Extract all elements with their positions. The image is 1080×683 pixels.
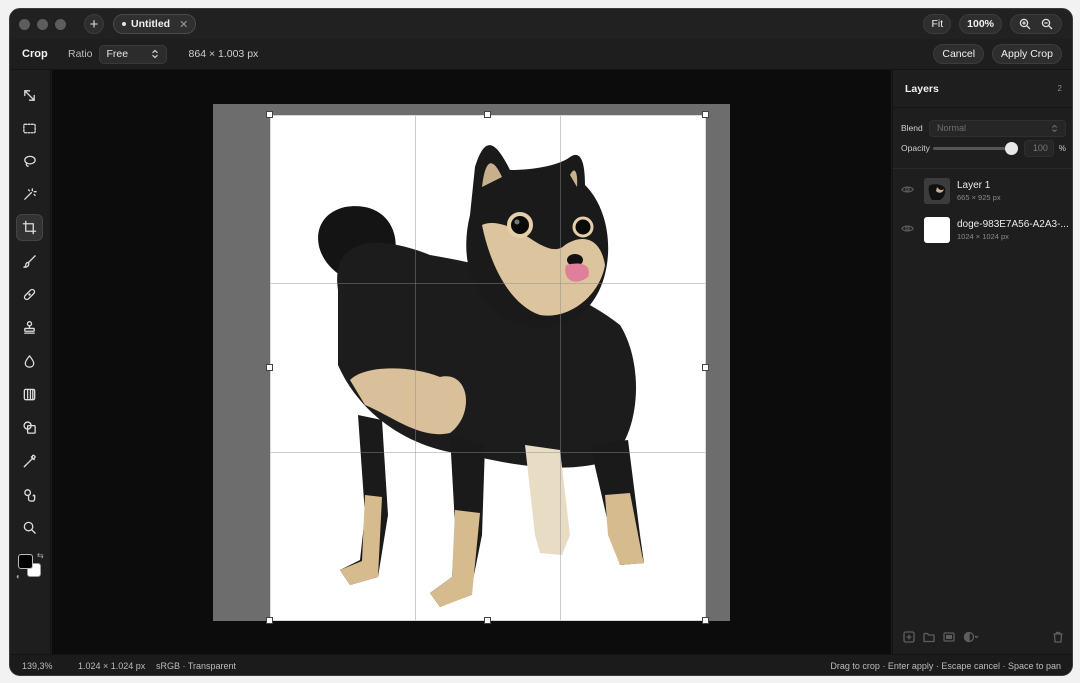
blur-drop-icon[interactable] (16, 348, 43, 375)
fit-button[interactable]: Fit (923, 14, 952, 34)
layers-panel-header: Layers 2 (893, 70, 1072, 108)
status-image-size: 1.024 × 1.024 px (78, 661, 146, 671)
swap-colors-icon[interactable]: ⇆ (37, 551, 44, 560)
chevron-updown-icon (1051, 124, 1058, 132)
status-hint: Drag to crop · Enter apply · Escape canc… (830, 661, 1061, 671)
opacity-slider[interactable] (933, 141, 1018, 155)
zoom-in-icon[interactable] (1017, 16, 1033, 32)
crop-dimensions: 864 × 1.003 px (188, 48, 259, 60)
layer-item[interactable]: Layer 1 665 × 925 px (893, 171, 1072, 210)
crop-handle-top-left[interactable] (266, 111, 273, 118)
gradient-icon[interactable] (16, 381, 43, 408)
add-group-icon[interactable] (923, 631, 935, 646)
mask-icon[interactable] (943, 631, 955, 646)
color-swatches: ⇆ ◐ (16, 551, 44, 581)
status-color-profile: sRGB · Transparent (156, 661, 237, 671)
crop-handle-left[interactable] (266, 364, 273, 371)
crop-handle-top[interactable] (484, 111, 491, 118)
layer-count: 2 (1057, 84, 1062, 93)
opacity-unit: % (1058, 143, 1066, 153)
rect-select-icon[interactable] (16, 115, 43, 142)
zoom-icon[interactable] (16, 514, 43, 541)
status-bar: 139,3% 1.024 × 1.024 px sRGB · Transpare… (10, 654, 1072, 675)
crop-handle-bottom-left[interactable] (266, 617, 273, 624)
opacity-slider-thumb[interactable] (1005, 141, 1018, 155)
move-icon[interactable] (16, 82, 43, 109)
cancel-button[interactable]: Cancel (933, 44, 985, 64)
layers-panel: Layers 2 Blend Normal Opacity 100 % Laye… (892, 70, 1072, 654)
visibility-eye-icon[interactable] (901, 183, 914, 199)
status-zoom: 139,3% (22, 661, 53, 671)
tool-options-bar: Crop Ratio Free 864 × 1.003 px Cancel Ap… (10, 39, 1072, 70)
chevron-updown-icon (151, 49, 158, 59)
document-tab[interactable]: Untitled ✕ (113, 14, 197, 34)
zoom-level-button[interactable]: 100% (959, 14, 1002, 34)
crop-icon[interactable] (16, 214, 43, 241)
eyedropper-icon[interactable] (16, 448, 43, 475)
blend-mode-value: Normal (937, 123, 967, 133)
close-window-button[interactable] (19, 18, 30, 30)
crop-border (270, 115, 706, 621)
maximize-window-button[interactable] (55, 18, 66, 30)
adjustment-icon[interactable] (963, 631, 979, 646)
stamp-icon[interactable] (16, 314, 43, 341)
window-controls (19, 18, 66, 30)
apply-crop-button[interactable]: Apply Crop (992, 44, 1062, 64)
ratio-value: Free (106, 48, 129, 60)
new-tab-button[interactable]: + (84, 14, 104, 34)
shape-icon[interactable] (16, 414, 43, 441)
canvas-area[interactable] (52, 70, 891, 654)
blend-mode-select[interactable]: Normal (929, 119, 1066, 137)
unsaved-indicator-icon (122, 22, 126, 26)
minimize-window-button[interactable] (37, 18, 48, 30)
layer-size: 665 × 925 px (957, 192, 1001, 202)
close-tab-icon[interactable]: ✕ (179, 18, 188, 31)
layer-item[interactable]: doge-983E7A56-A2A3-... 1024 × 1024 px (893, 210, 1072, 249)
zoom-controls (1010, 14, 1062, 34)
ratio-label: Ratio (68, 48, 93, 60)
brush-icon[interactable] (16, 248, 43, 275)
layers-panel-footer (893, 622, 1072, 654)
layer-thumbnail (924, 177, 950, 204)
active-tool-name: Crop (22, 48, 48, 60)
layer-size: 1024 × 1024 px (957, 231, 1009, 241)
healing-icon[interactable] (16, 281, 43, 308)
title-bar: + Untitled ✕ Fit 100% (10, 9, 1072, 39)
opacity-label: Opacity (901, 143, 930, 153)
layer-name: Layer 1 (957, 179, 991, 191)
hand-icon[interactable] (16, 481, 43, 508)
opacity-input[interactable]: 100 (1024, 139, 1054, 157)
crop-handle-top-right[interactable] (702, 111, 709, 118)
app-window: + Untitled ✕ Fit 100% Crop Ratio Free 86… (9, 8, 1073, 676)
trash-icon[interactable] (1052, 631, 1064, 646)
visibility-eye-icon[interactable] (901, 222, 914, 238)
magic-wand-icon[interactable] (16, 181, 43, 208)
layer-thumbnail (924, 216, 950, 243)
add-layer-icon[interactable] (903, 630, 915, 646)
layers-panel-title: Layers (905, 82, 939, 95)
opacity-row: Opacity 100 % (893, 138, 1072, 158)
panel-divider (893, 168, 1072, 169)
zoom-out-icon[interactable] (1039, 16, 1055, 32)
lasso-icon[interactable] (16, 148, 43, 175)
foreground-color-swatch[interactable] (18, 554, 33, 569)
crop-handle-bottom[interactable] (484, 617, 491, 624)
crop-handle-bottom-right[interactable] (702, 617, 709, 624)
reset-colors-icon[interactable]: ◐ (16, 572, 21, 581)
ratio-select[interactable]: Free (98, 44, 167, 64)
crop-handle-right[interactable] (702, 364, 709, 371)
layer-name: doge-983E7A56-A2A3-... (957, 218, 1069, 230)
tool-palette: ⇆ ◐ (10, 70, 51, 654)
document-tab-title: Untitled (131, 18, 171, 30)
blend-label: Blend (901, 123, 923, 133)
